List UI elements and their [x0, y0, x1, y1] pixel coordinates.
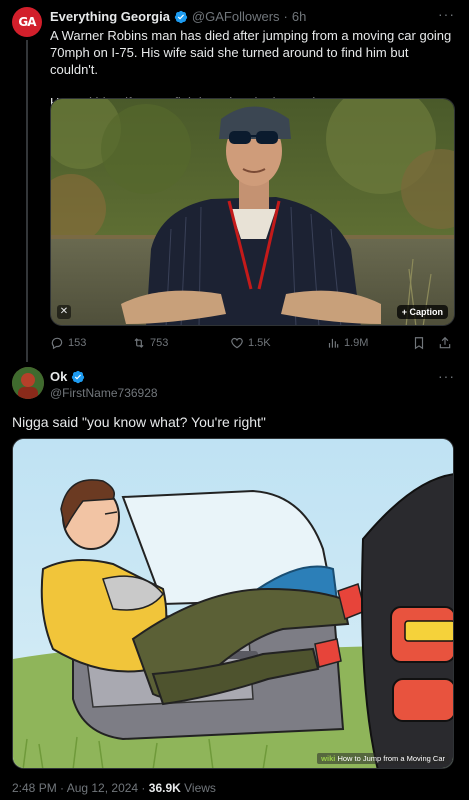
- photo-man-in-sunglasses: [51, 99, 454, 325]
- main-handle[interactable]: @FirstName736928: [50, 386, 158, 400]
- quoted-text-paragraph-1: A Warner Robins man has died after jumpi…: [50, 28, 452, 77]
- tweet-views-count: 36.9K: [148, 781, 181, 795]
- verified-icon: [174, 10, 188, 23]
- main-tweet-avatar[interactable]: [12, 367, 44, 399]
- separator-dot: ·: [283, 9, 288, 24]
- views-button[interactable]: 1.9M: [326, 336, 368, 350]
- share-icon: [439, 336, 451, 349]
- quoted-tweet[interactable]: GA Everything Georgia @GAFollowers · 6h …: [0, 0, 469, 362]
- more-icon[interactable]: ···: [438, 6, 455, 22]
- quoted-tweet-actions: 153 753 1.5K 1.9M: [50, 334, 455, 352]
- views-count: 1.9M: [344, 337, 369, 349]
- alt-icon[interactable]: ✕: [57, 305, 71, 319]
- avatar-image: [12, 367, 44, 399]
- share-button[interactable]: [438, 336, 452, 350]
- like-button[interactable]: 1.5K: [230, 336, 271, 350]
- watermark-brand: wiki: [321, 754, 336, 763]
- quoted-tweet-header: Everything Georgia @GAFollowers · 6h: [50, 9, 306, 24]
- quoted-tweet-photo[interactable]: ✕ + Caption: [50, 98, 455, 326]
- repost-button[interactable]: 753: [132, 336, 168, 350]
- avatar-logo-text: GA: [18, 15, 36, 29]
- verified-icon: [72, 370, 85, 383]
- like-icon: [231, 337, 243, 349]
- reply-button[interactable]: 153: [50, 336, 86, 350]
- tweet-timestamp[interactable]: 2:48 PM · Aug 12, 2024 ·: [12, 781, 149, 795]
- quoted-display-name[interactable]: Everything Georgia: [50, 9, 170, 24]
- reply-count: 153: [68, 337, 87, 349]
- main-tweet-image[interactable]: wiki How to Jump from a Moving Car: [12, 438, 454, 769]
- main-tweet-text: Nigga said "you know what? You're right": [12, 414, 266, 430]
- wikihow-watermark: wiki How to Jump from a Moving Car: [317, 753, 449, 764]
- illustration-jumping-from-car: [13, 439, 453, 768]
- tweet-views-label: Views: [180, 781, 216, 795]
- thread-line: [26, 40, 28, 362]
- retweet-icon: [134, 338, 144, 348]
- tweet-metadata: 2:48 PM · Aug 12, 2024 · 36.9K Views: [12, 781, 216, 795]
- main-tweet-header: Ok: [50, 369, 85, 384]
- more-icon[interactable]: ···: [438, 368, 455, 384]
- bookmark-icon: [414, 337, 424, 350]
- main-display-name[interactable]: Ok: [50, 369, 67, 384]
- reply-icon: [51, 337, 63, 350]
- repost-count: 753: [150, 337, 169, 349]
- views-icon: [328, 338, 339, 348]
- bookmark-button[interactable]: [412, 336, 426, 350]
- quoted-time[interactable]: 6h: [292, 9, 306, 24]
- quoted-tweet-avatar[interactable]: GA: [12, 7, 42, 37]
- caption-button[interactable]: + Caption: [396, 305, 448, 319]
- quoted-handle[interactable]: @GAFollowers: [192, 9, 280, 24]
- watermark-text: How to Jump from a Moving Car: [337, 754, 445, 763]
- like-count: 1.5K: [248, 337, 271, 349]
